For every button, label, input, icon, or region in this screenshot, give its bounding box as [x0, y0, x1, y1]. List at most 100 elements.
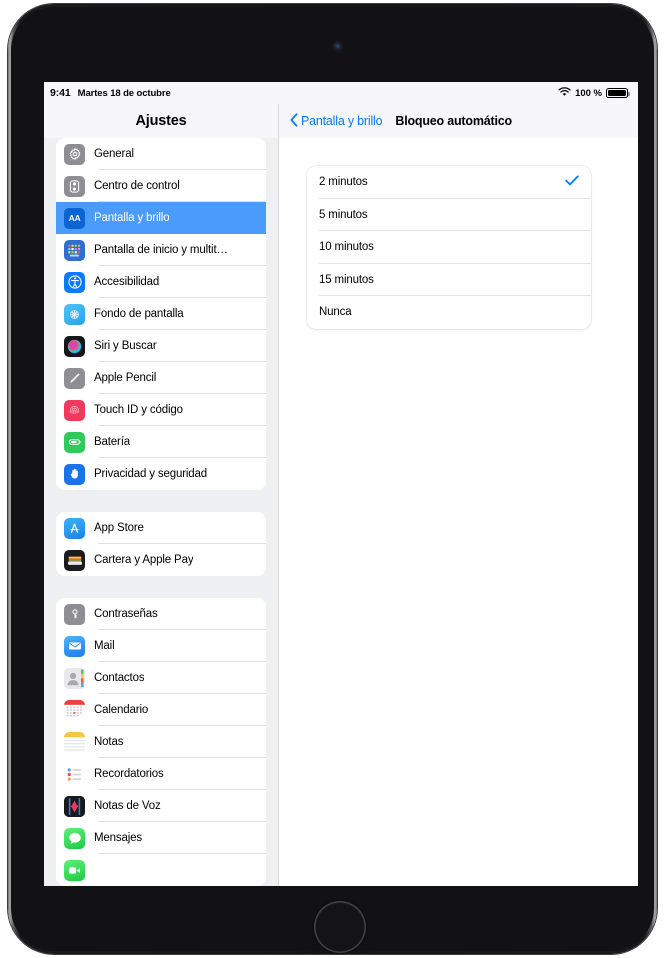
messages-icon — [64, 827, 85, 849]
status-bar-right: 100 % — [558, 86, 630, 100]
sidebar-item-mail[interactable]: Mail — [56, 630, 266, 662]
sidebar-item-notas[interactable]: Notas — [56, 726, 266, 758]
battery-percent-label: 100 % — [575, 87, 602, 99]
sidebar-item-contactos[interactable]: Contactos — [56, 662, 266, 694]
sidebar-item-label: Notas — [94, 736, 124, 748]
gear-icon — [64, 143, 85, 165]
front-camera-icon — [333, 42, 342, 51]
sidebar-item-label: Recordatorios — [94, 768, 164, 780]
siri-icon — [64, 335, 85, 357]
sidebar-item-calendario[interactable]: Calendario — [56, 694, 266, 726]
calendar-icon — [64, 699, 85, 721]
sidebar-item-privacidad-y-seguridad[interactable]: Privacidad y seguridad — [56, 458, 266, 490]
detail-pane: Pantalla y brillo Bloqueo automático 2 m… — [279, 104, 638, 886]
accessibility-icon — [64, 271, 85, 293]
sidebar-item-label: Notas de Voz — [94, 800, 161, 812]
apple-pencil-icon — [64, 367, 85, 389]
sidebar-item-label: Contactos — [94, 672, 145, 684]
sidebar-item-accesibilidad[interactable]: Accesibilidad — [56, 266, 266, 298]
sidebar-item-label: Contraseñas — [94, 608, 158, 620]
option-2-minutos[interactable]: 2 minutos — [307, 166, 591, 199]
option-label: 5 minutos — [319, 208, 368, 221]
wallpaper-icon — [64, 303, 85, 325]
sidebar-item-notas-de-voz[interactable]: Notas de Voz — [56, 790, 266, 822]
detail-body: 2 minutos 5 minutos 10 minutos 15 minuto… — [279, 138, 638, 886]
sidebar-scroll-area[interactable]: General Centro de control AA Pantalla y … — [44, 138, 278, 886]
battery-icon — [64, 431, 85, 453]
split-view: Ajustes General Centro de control AA Pan… — [44, 104, 638, 886]
sidebar-item-pantalla-y-brillo[interactable]: AA Pantalla y brillo — [56, 202, 266, 234]
home-button[interactable] — [314, 901, 366, 953]
chevron-left-icon — [290, 112, 298, 130]
back-button[interactable]: Pantalla y brillo — [290, 112, 383, 130]
sidebar-item-label: Cartera y Apple Pay — [94, 554, 194, 566]
wifi-icon — [558, 86, 571, 100]
sidebar-item-fondo-de-pantalla[interactable]: Fondo de pantalla — [56, 298, 266, 330]
checkmark-icon — [565, 173, 579, 191]
option-nunca[interactable]: Nunca — [307, 296, 591, 329]
sidebar-item-label: App Store — [94, 522, 144, 534]
option-15-minutos[interactable]: 15 minutos — [307, 264, 591, 296]
status-bar-left: 9:41 Martes 18 de octubre — [50, 87, 171, 99]
voice-memos-icon — [64, 795, 85, 817]
sidebar-item-label: Accesibilidad — [94, 276, 160, 288]
sidebar-item-cartera-y-apple-pay[interactable]: Cartera y Apple Pay — [56, 544, 266, 576]
sidebar-item-label: Batería — [94, 436, 131, 448]
sidebar-group-system: General Centro de control AA Pantalla y … — [56, 138, 266, 490]
sidebar-item-touch-id-y-codigo[interactable]: Touch ID y código — [56, 394, 266, 426]
option-10-minutos[interactable]: 10 minutos — [307, 231, 591, 264]
sidebar-item-contrasenas[interactable]: Contraseñas — [56, 598, 266, 630]
status-bar: 9:41 Martes 18 de octubre 100 % — [44, 82, 638, 104]
display-brightness-icon: AA — [64, 207, 85, 229]
passwords-key-icon — [64, 603, 85, 625]
wallet-icon — [64, 549, 85, 571]
sidebar-group-store: App Store Cartera y Apple Pay — [56, 512, 266, 576]
touch-id-icon — [64, 399, 85, 421]
sidebar-item-label: Apple Pencil — [94, 372, 157, 384]
sidebar-item-apple-pencil[interactable]: Apple Pencil — [56, 362, 266, 394]
sidebar-item-app-store[interactable]: App Store — [56, 512, 266, 544]
option-label: 2 minutos — [319, 176, 368, 189]
settings-sidebar: Ajustes General Centro de control AA Pan… — [44, 104, 279, 886]
sidebar-group-apps: Contraseñas Mail Contactos Calendario No… — [56, 598, 266, 886]
sidebar-item-mensajes[interactable]: Mensajes — [56, 822, 266, 854]
sidebar-item-label: General — [94, 148, 134, 160]
sidebar-item-recordatorios[interactable]: Recordatorios — [56, 758, 266, 790]
status-time: 9:41 — [50, 87, 71, 99]
page-title: Ajustes — [135, 113, 187, 129]
option-label: 15 minutos — [319, 273, 374, 286]
sidebar-item-label: Touch ID y código — [94, 404, 183, 416]
status-date: Martes 18 de octubre — [77, 88, 171, 99]
sidebar-item-label: Calendario — [94, 704, 149, 716]
sidebar-header: Ajustes — [44, 104, 278, 138]
home-screen-multitasking-icon — [64, 239, 85, 261]
navigation-bar: Pantalla y brillo Bloqueo automático — [279, 104, 638, 138]
back-button-label: Pantalla y brillo — [301, 114, 383, 128]
app-store-icon — [64, 517, 85, 539]
sidebar-item-centro-de-control[interactable]: Centro de control — [56, 170, 266, 202]
sidebar-item-label: Mail — [94, 640, 115, 652]
battery-full-icon — [606, 87, 630, 99]
sidebar-item-siri-y-buscar[interactable]: Siri y Buscar — [56, 330, 266, 362]
reminders-icon — [64, 763, 85, 785]
screen: 9:41 Martes 18 de octubre 100 % Ajustes … — [44, 82, 638, 886]
option-5-minutos[interactable]: 5 minutos — [307, 199, 591, 231]
ipad-device: 9:41 Martes 18 de octubre 100 % Ajustes … — [8, 4, 657, 954]
sidebar-item-label: Siri y Buscar — [94, 340, 157, 352]
sidebar-item-label: Mensajes — [94, 832, 143, 844]
sidebar-item-pantalla-de-inicio[interactable]: Pantalla de inicio y multit… — [56, 234, 266, 266]
sidebar-item-bateria[interactable]: Batería — [56, 426, 266, 458]
control-center-icon — [64, 175, 85, 197]
sidebar-item-label: Pantalla de inicio y multit… — [94, 244, 228, 256]
sidebar-item-facetime[interactable] — [56, 854, 266, 886]
contacts-icon — [64, 667, 85, 689]
mail-icon — [64, 635, 85, 657]
sidebar-item-label: Fondo de pantalla — [94, 308, 184, 320]
facetime-icon — [64, 859, 85, 881]
privacy-hand-icon — [64, 463, 85, 485]
detail-title: Bloqueo automático — [395, 114, 512, 128]
sidebar-item-general[interactable]: General — [56, 138, 266, 170]
sidebar-item-label: Pantalla y brillo — [94, 212, 170, 224]
notes-icon — [64, 731, 85, 753]
sidebar-item-label: Centro de control — [94, 180, 180, 192]
